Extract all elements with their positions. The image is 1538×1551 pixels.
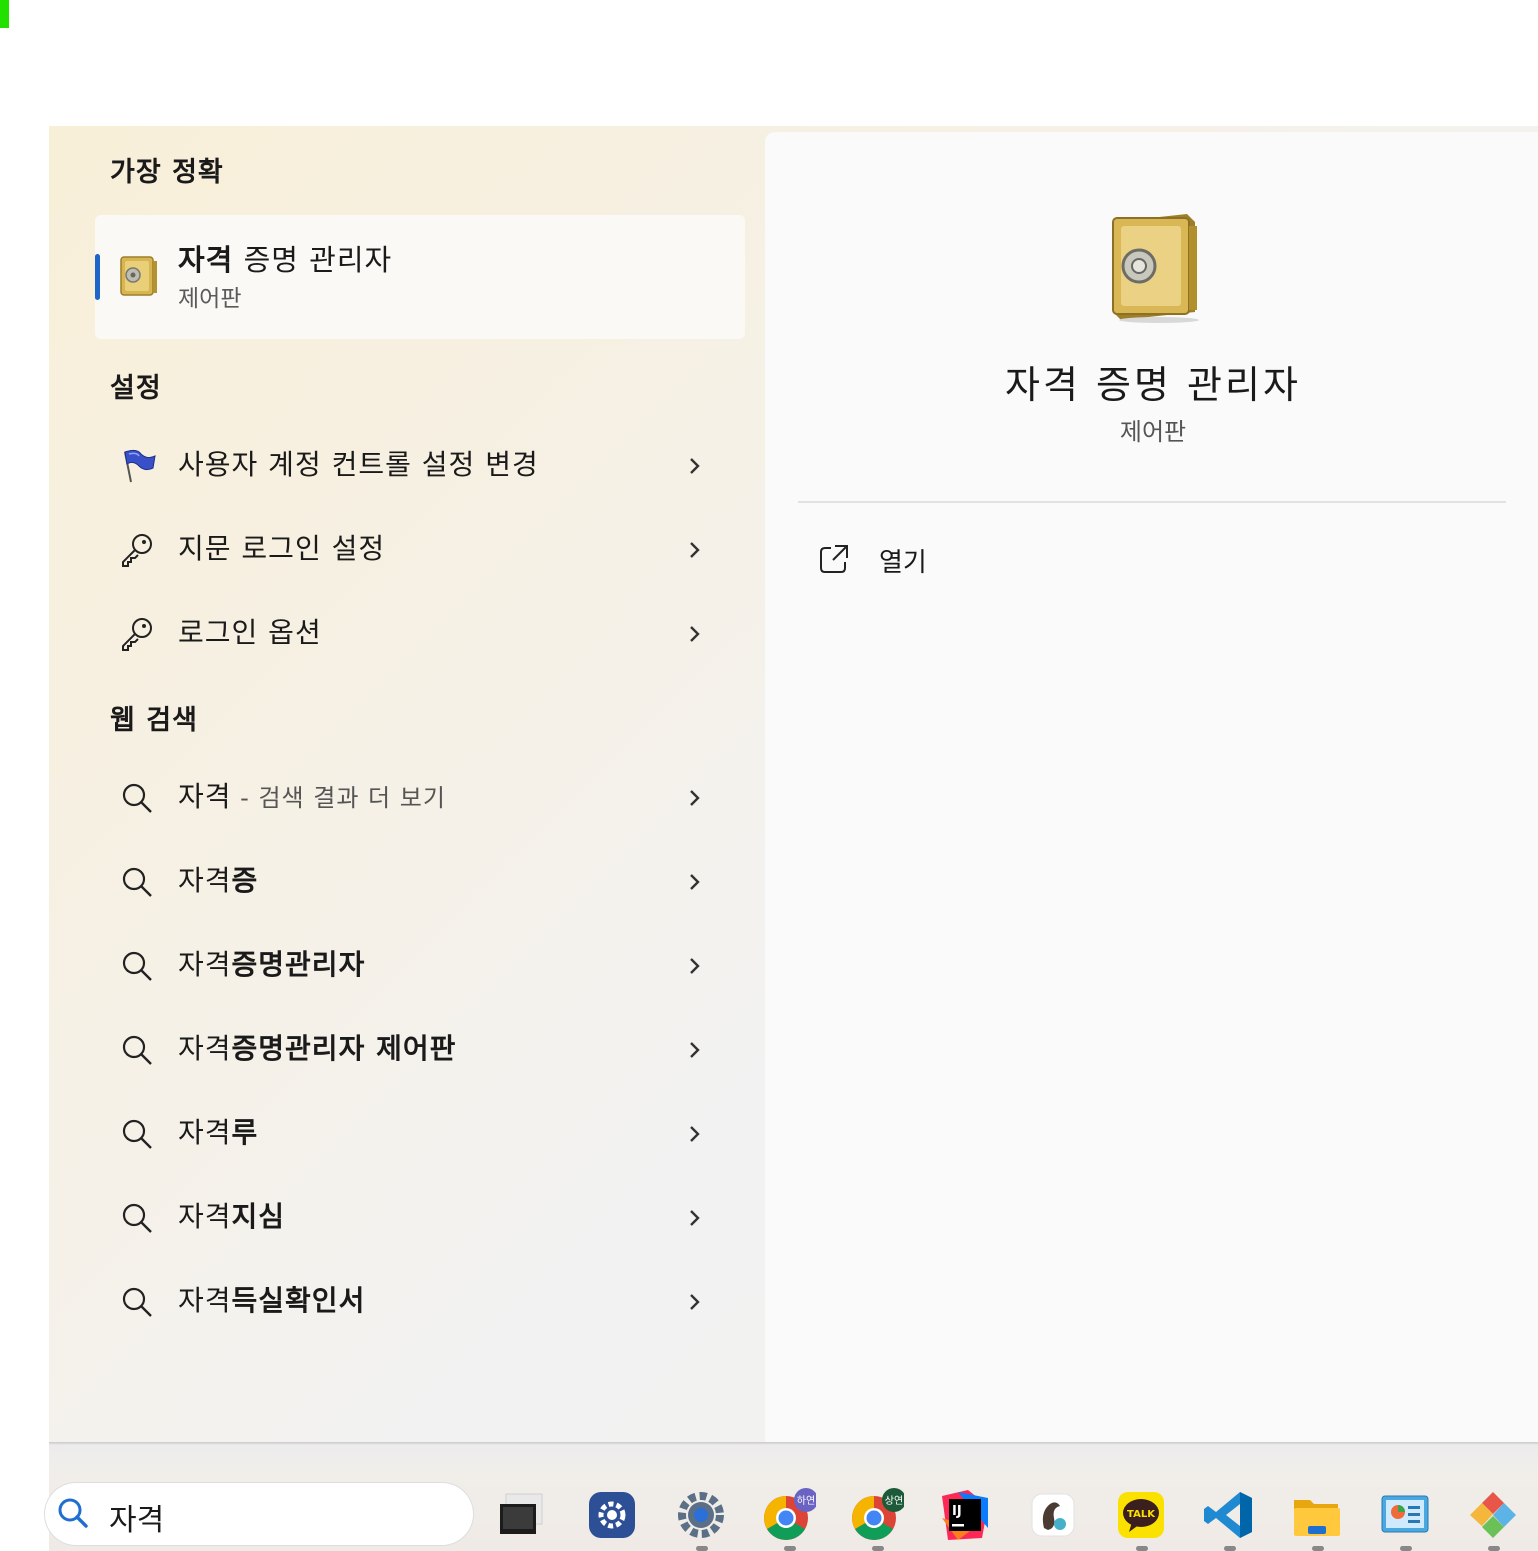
web-search-item[interactable]: 자격지심 <box>95 1176 745 1260</box>
search-icon <box>122 783 152 813</box>
chevron-right-icon <box>690 1210 700 1226</box>
web-search-label: 자격증 <box>178 864 259 897</box>
squirrel-app-icon[interactable] <box>1026 1488 1080 1542</box>
search-results-panel: 가장 정확 자격 증명 관리자 제어판 설정 사용자 계정 컨트롤 설정 변경 <box>49 126 1538 1442</box>
chrome-profile-1-icon[interactable]: 하연 <box>762 1488 818 1551</box>
svg-text:하연: 하연 <box>797 1494 815 1507</box>
git-icon[interactable] <box>1466 1488 1520 1551</box>
safe-icon <box>1112 214 1199 323</box>
search-icon <box>122 1287 152 1317</box>
settings-gear-icon[interactable] <box>674 1488 728 1551</box>
results-list: 가장 정확 자격 증명 관리자 제어판 설정 사용자 계정 컨트롤 설정 변경 <box>49 126 765 1442</box>
chevron-right-icon <box>690 790 700 806</box>
settings-item-label: 사용자 계정 컨트롤 설정 변경 <box>178 448 539 481</box>
chevron-right-icon <box>690 958 700 974</box>
running-indicator <box>1400 1546 1412 1551</box>
task-view-icon[interactable] <box>492 1488 546 1542</box>
running-indicator <box>1136 1546 1148 1551</box>
search-icon <box>122 1203 152 1233</box>
chevron-right-icon <box>690 1126 700 1142</box>
selection-accent <box>95 254 100 300</box>
chevron-right-icon <box>690 458 700 474</box>
file-explorer-icon[interactable] <box>1290 1488 1344 1551</box>
search-query[interactable]: 자격 <box>109 1495 164 1539</box>
settings-blue-icon[interactable] <box>585 1488 639 1542</box>
search-icon <box>58 1498 88 1528</box>
control-panel-icon[interactable] <box>1378 1488 1432 1551</box>
settings-item-label: 지문 로그인 설정 <box>178 532 386 565</box>
safe-icon <box>120 256 157 296</box>
web-search-label: 자격 - 검색 결과 더 보기 <box>178 780 446 813</box>
web-search-item[interactable]: 자격증명관리자 제어판 <box>95 1008 745 1092</box>
divider <box>798 501 1506 503</box>
settings-item-uac[interactable]: 사용자 계정 컨트롤 설정 변경 <box>95 424 745 508</box>
settings-item-label: 로그인 옵션 <box>178 616 322 649</box>
chrome-profile-2-icon[interactable]: 상연 <box>850 1488 906 1551</box>
web-search-label: 자격지심 <box>178 1200 286 1233</box>
running-indicator <box>872 1546 884 1551</box>
uac-flag-icon <box>124 449 156 483</box>
detail-pane: 자격 증명 관리자 제어판 열기 <box>765 132 1538 1442</box>
best-match-title: 자격 증명 관리자 <box>178 243 393 277</box>
section-settings: 설정 <box>110 373 162 404</box>
search-icon <box>122 951 152 981</box>
web-search-item[interactable]: 자격증명관리자 <box>95 924 745 1008</box>
running-indicator <box>696 1546 708 1551</box>
svg-text:IJ: IJ <box>952 1504 962 1519</box>
chevron-right-icon <box>690 1294 700 1310</box>
key-icon <box>122 534 152 567</box>
search-icon <box>122 1119 152 1149</box>
running-indicator <box>1488 1546 1500 1551</box>
settings-item-fingerprint[interactable]: 지문 로그인 설정 <box>95 508 745 592</box>
key-icon <box>122 618 152 651</box>
open-action-label: 열기 <box>879 548 927 578</box>
section-web-search: 웹 검색 <box>110 705 198 736</box>
chevron-right-icon <box>690 874 700 890</box>
kakaotalk-icon[interactable]: TALK <box>1114 1488 1168 1551</box>
detail-title: 자격 증명 관리자 <box>1005 363 1301 407</box>
web-search-label: 자격증명관리자 제어판 <box>178 1032 457 1065</box>
chevron-right-icon <box>690 626 700 642</box>
web-search-item[interactable]: 자격득실확인서 <box>95 1260 745 1344</box>
green-marker <box>0 0 9 28</box>
best-match-subtitle: 제어판 <box>178 286 242 312</box>
taskbar-search-box[interactable]: 자격 <box>45 1483 473 1545</box>
svg-text:TALK: TALK <box>1127 1509 1156 1520</box>
web-search-label: 자격득실확인서 <box>178 1284 366 1317</box>
intellij-icon[interactable]: IJ <box>938 1488 992 1542</box>
chevron-right-icon <box>690 1042 700 1058</box>
running-indicator <box>1312 1546 1324 1551</box>
chevron-right-icon <box>690 542 700 558</box>
section-best-match: 가장 정확 <box>110 157 224 188</box>
running-indicator <box>784 1546 796 1551</box>
web-search-label: 자격증명관리자 <box>178 948 366 981</box>
open-external-icon <box>820 545 848 573</box>
svg-text:상연: 상연 <box>885 1495 903 1507</box>
settings-item-signin-options[interactable]: 로그인 옵션 <box>95 592 745 676</box>
search-icon <box>122 867 152 897</box>
best-match-item[interactable]: 자격 증명 관리자 제어판 <box>95 215 745 339</box>
detail-subtitle: 제어판 <box>1119 418 1187 446</box>
taskbar: 자격 하연 상연 IJ TALK <box>45 1442 1538 1551</box>
open-action[interactable]: 열기 <box>817 536 1117 586</box>
running-indicator <box>1224 1546 1236 1551</box>
web-search-item[interactable]: 자격 - 검색 결과 더 보기 <box>95 756 745 840</box>
vscode-icon[interactable] <box>1202 1488 1256 1551</box>
search-icon <box>122 1035 152 1065</box>
web-search-label: 자격루 <box>178 1116 259 1149</box>
web-search-item[interactable]: 자격증 <box>95 840 745 924</box>
web-search-item[interactable]: 자격루 <box>95 1092 745 1176</box>
